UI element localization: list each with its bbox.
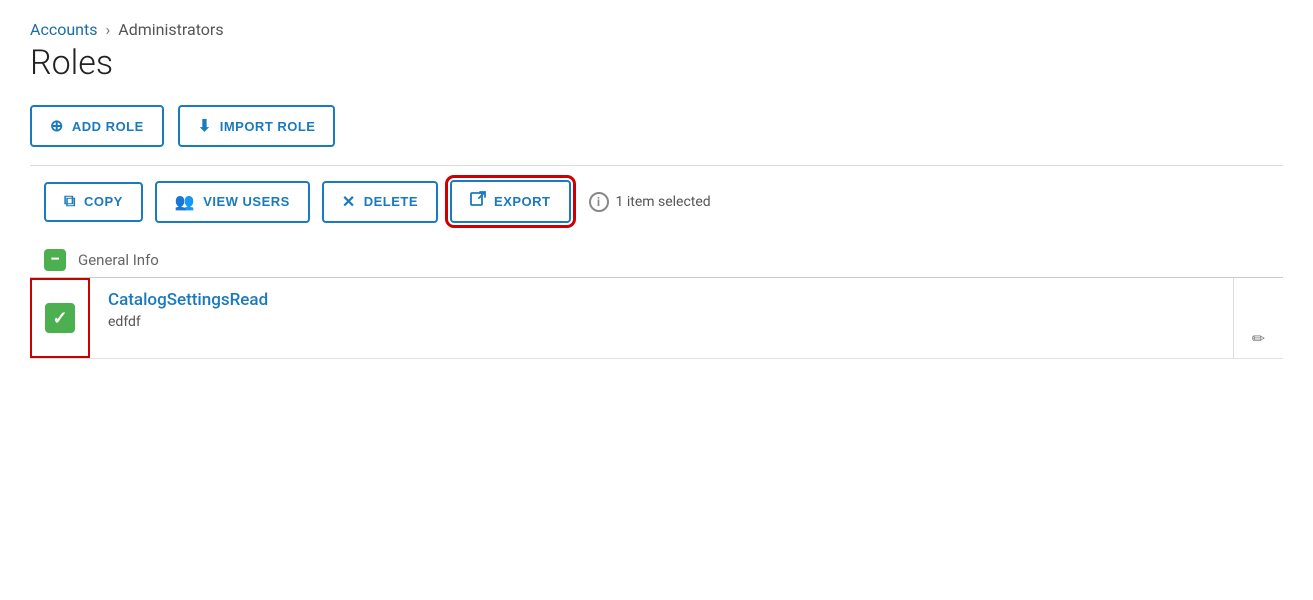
section-label: General Info	[78, 251, 159, 269]
copy-button[interactable]: ⧉ COPY	[44, 182, 143, 222]
toolbar-top: ⊕ ADD ROLE ⬇ IMPORT ROLE	[30, 105, 1283, 147]
section-header: − General Info	[30, 243, 1283, 277]
toolbar-divider	[30, 165, 1283, 166]
import-role-button[interactable]: ⬇ IMPORT ROLE	[178, 105, 336, 147]
toolbar-actions: ⧉ COPY 👥 VIEW USERS ✕ DELETE EXPORT i 1 …	[30, 180, 1283, 223]
add-role-button[interactable]: ⊕ ADD ROLE	[30, 105, 164, 147]
edit-icon[interactable]: ✏	[1252, 329, 1265, 348]
page-title: Roles	[30, 43, 1283, 83]
selected-info: i 1 item selected	[589, 192, 711, 212]
selected-count-text: 1 item selected	[616, 194, 711, 210]
info-icon: i	[589, 192, 609, 212]
role-content: CatalogSettingsRead edfdf	[90, 278, 1233, 358]
table-row: CatalogSettingsRead edfdf ✏	[30, 278, 1283, 359]
view-users-button[interactable]: 👥 VIEW USERS	[155, 181, 310, 223]
import-icon: ⬇	[198, 116, 212, 136]
collapse-icon[interactable]: −	[44, 249, 66, 271]
checkbox-cell[interactable]	[30, 278, 90, 358]
export-button[interactable]: EXPORT	[450, 180, 570, 223]
breadcrumb: Accounts › Administrators	[30, 20, 1283, 39]
export-icon	[470, 191, 486, 212]
role-description: edfdf	[108, 314, 1215, 330]
role-name-link[interactable]: CatalogSettingsRead	[108, 290, 1215, 310]
row-checkbox[interactable]	[45, 303, 75, 333]
delete-button[interactable]: ✕ DELETE	[322, 181, 438, 223]
users-icon: 👥	[175, 192, 195, 212]
copy-icon: ⧉	[64, 193, 76, 211]
breadcrumb-separator: ›	[105, 20, 110, 39]
breadcrumb-current: Administrators	[118, 20, 223, 39]
edit-cell: ✏	[1233, 278, 1283, 358]
breadcrumb-accounts-link[interactable]: Accounts	[30, 20, 97, 39]
plus-icon: ⊕	[50, 116, 64, 136]
delete-icon: ✕	[342, 192, 356, 212]
